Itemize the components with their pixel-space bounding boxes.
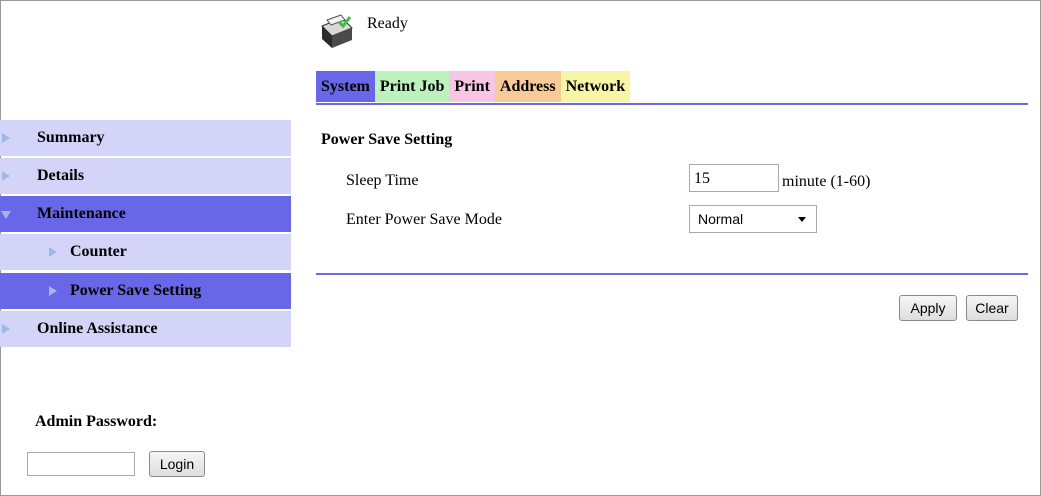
chevron-right-icon (2, 133, 10, 143)
section-title: Power Save Setting (321, 131, 453, 148)
chevron-right-icon (49, 286, 57, 296)
content-divider (316, 273, 1028, 275)
sidebar-item-label: Details (37, 167, 85, 184)
sidebar-item-label: Maintenance (37, 205, 126, 222)
sidebar-item-label: Online Assistance (37, 320, 158, 337)
sidebar-item-details[interactable]: Details (0, 158, 291, 194)
chevron-right-icon (49, 247, 57, 257)
power-save-mode-value: Normal (698, 211, 744, 227)
sidebar-item-label: Power Save Setting (70, 282, 202, 299)
printer-ready-icon (321, 14, 353, 48)
tab-address[interactable]: Address (494, 71, 561, 102)
main-tabs: System Print Job Print Address Network (316, 71, 631, 102)
sleep-time-input[interactable] (689, 164, 779, 192)
sidebar-item-counter[interactable]: Counter (0, 234, 291, 270)
apply-button[interactable]: Apply (899, 295, 957, 321)
printer-status-text: Ready (367, 15, 408, 32)
sidebar-item-online-assistance[interactable]: Online Assistance (0, 311, 291, 347)
sidebar-item-power-save-setting[interactable]: Power Save Setting (0, 273, 291, 309)
chevron-down-icon (1, 211, 11, 219)
chevron-right-icon (2, 324, 10, 334)
admin-password-label: Admin Password: (35, 413, 158, 430)
sleep-time-label: Sleep Time (346, 172, 419, 189)
tab-network[interactable]: Network (560, 71, 631, 102)
sidebar-item-maintenance[interactable]: Maintenance (0, 196, 291, 232)
login-button[interactable]: Login (149, 451, 205, 477)
sidebar-item-label: Summary (37, 129, 105, 146)
sidebar-item-label: Counter (70, 243, 127, 260)
tab-divider (316, 103, 1028, 105)
chevron-down-icon (798, 217, 806, 222)
sleep-time-unit: minute (1-60) (782, 173, 871, 190)
power-save-mode-label: Enter Power Save Mode (346, 211, 502, 228)
clear-button[interactable]: Clear (966, 295, 1018, 321)
tab-system[interactable]: System (316, 71, 375, 102)
chevron-right-icon (2, 171, 10, 181)
sidebar-item-summary[interactable]: Summary (0, 120, 291, 156)
admin-password-input[interactable] (27, 452, 135, 476)
power-save-mode-select[interactable]: Normal (689, 205, 817, 233)
tab-print-job[interactable]: Print Job (374, 71, 450, 102)
tab-print[interactable]: Print (449, 71, 495, 102)
